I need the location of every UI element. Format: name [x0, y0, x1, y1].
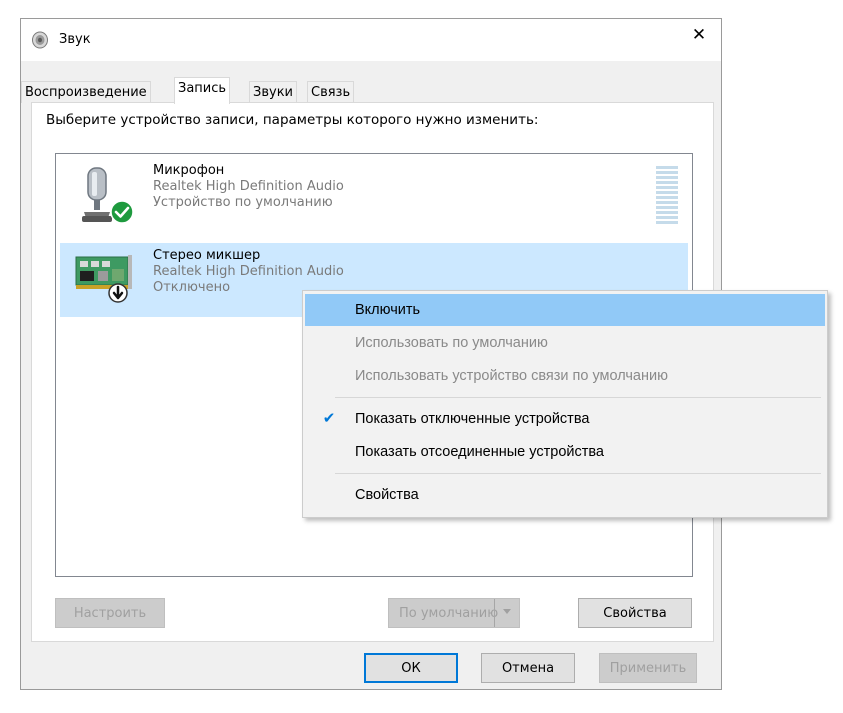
menu-item-set-default-communication[interactable]: Использовать устройство связи по умолчан… [305, 360, 825, 392]
set-default-button[interactable]: По умолчанию [388, 598, 520, 628]
dropdown-arrow-button[interactable] [494, 599, 519, 627]
device-driver: Realtek High Definition Audio [153, 264, 344, 279]
ok-button[interactable]: ОК [364, 653, 458, 683]
menu-item-label: Свойства [355, 487, 419, 503]
default-check-icon [110, 200, 134, 224]
device-status: Устройство по умолчанию [153, 195, 333, 210]
level-meter [656, 166, 678, 226]
speaker-icon [31, 31, 49, 49]
title-bar: Звук ✕ [21, 19, 721, 61]
menu-item-show-disconnected[interactable]: Показать отсоединенные устройства [305, 436, 825, 468]
close-button[interactable]: ✕ [677, 19, 721, 51]
chevron-down-icon [502, 599, 512, 627]
menu-item-enable[interactable]: Включить [305, 294, 825, 326]
sound-card-icon [74, 249, 136, 311]
menu-item-properties[interactable]: Свойства [305, 479, 825, 511]
cancel-button[interactable]: Отмена [481, 653, 575, 683]
tab-communications[interactable]: Связь [307, 81, 355, 103]
device-name: Микрофон [153, 163, 225, 178]
tab-playback[interactable]: Воспроизведение [21, 81, 151, 103]
tab-sounds[interactable]: Звуки [249, 81, 297, 103]
disabled-arrow-icon [108, 283, 128, 303]
context-menu: Включить Использовать по умолчанию Испол… [302, 290, 828, 518]
instruction-text: Выберите устройство записи, параметры ко… [46, 112, 539, 128]
checkmark-icon: ✔ [322, 410, 336, 427]
device-info: Стерео микшер Realtek High Definition Au… [153, 248, 344, 296]
menu-separator [335, 397, 821, 398]
device-item-microphone[interactable]: Микрофон Realtek High Definition Audio У… [60, 158, 688, 232]
close-icon: ✕ [691, 25, 707, 45]
device-driver: Realtek High Definition Audio [153, 179, 344, 194]
menu-item-label: Включить [355, 302, 421, 318]
menu-item-set-default[interactable]: Использовать по умолчанию [305, 327, 825, 359]
properties-button[interactable]: Свойства [578, 598, 692, 628]
set-default-label: По умолчанию [399, 606, 499, 621]
device-name: Стерео микшер [153, 248, 261, 263]
menu-item-label: Показать отсоединенные устройства [355, 444, 604, 460]
apply-button[interactable]: Применить [599, 653, 697, 683]
tab-recording[interactable]: Запись [174, 77, 231, 104]
menu-item-label: Показать отключенные устройства [355, 411, 590, 427]
configure-button[interactable]: Настроить [55, 598, 165, 628]
menu-item-show-disabled[interactable]: ✔ Показать отключенные устройства [305, 403, 825, 435]
tab-strip: Воспроизведение Запись Звуки Связь [21, 77, 711, 104]
device-info: Микрофон Realtek High Definition Audio У… [153, 163, 344, 211]
menu-item-label: Использовать по умолчанию [355, 335, 548, 351]
menu-item-label: Использовать устройство связи по умолчан… [355, 368, 668, 384]
window-title: Звук [59, 32, 91, 47]
menu-separator [335, 473, 821, 474]
microphone-icon [74, 164, 136, 226]
